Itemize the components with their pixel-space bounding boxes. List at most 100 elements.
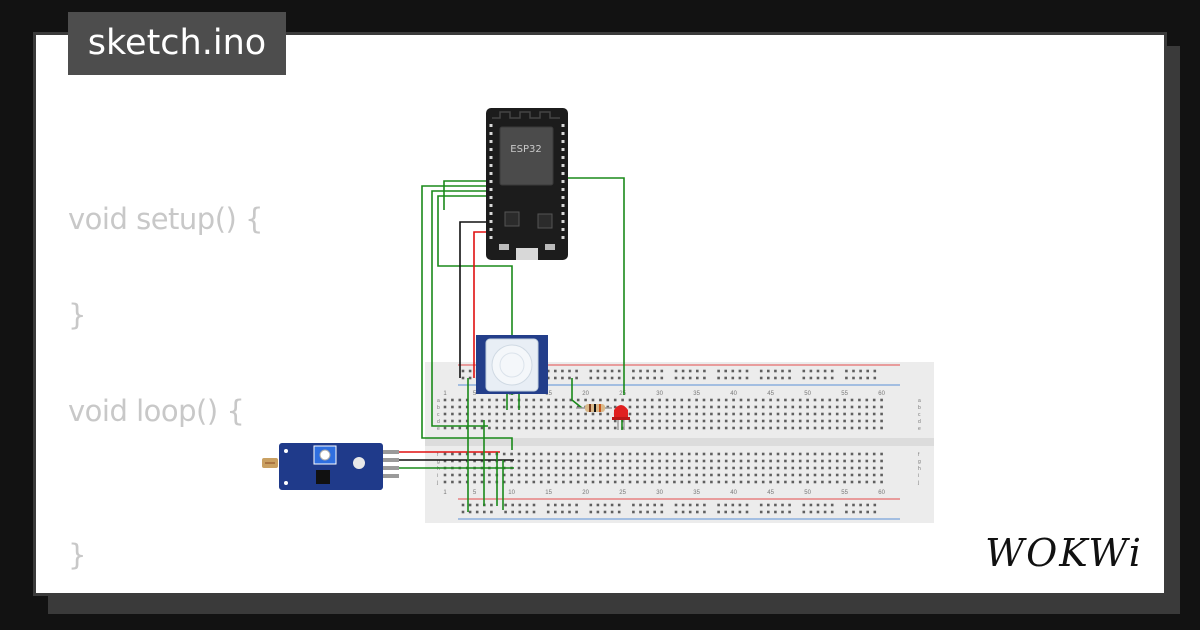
breadboard-hole: [821, 459, 824, 463]
breadboard-hole: [738, 503, 742, 507]
breadboard-hole: [747, 459, 750, 463]
comparator-chip: [316, 470, 330, 484]
esp32-pin: [561, 228, 565, 231]
breadboard-hole: [584, 452, 587, 456]
breadboard-column-number: 25: [619, 490, 626, 496]
breadboard-hole: [843, 452, 846, 456]
breadboard-hole: [873, 376, 877, 380]
breadboard-hole: [532, 405, 536, 409]
breadboard-hole: [850, 426, 854, 430]
breadboard-hole: [610, 503, 614, 507]
pir-motion-sensor[interactable]: [476, 335, 548, 394]
breadboard-hole: [747, 480, 750, 484]
breadboard-hole: [806, 405, 809, 409]
breadboard-hole: [761, 480, 765, 484]
breadboard-hole: [843, 426, 846, 430]
breadboard-row-letter: a: [918, 398, 921, 404]
breadboard-hole: [646, 510, 649, 514]
breadboard-hole: [650, 480, 654, 484]
breadboard-hole: [754, 459, 758, 463]
breadboard-hole: [653, 369, 656, 373]
breadboard-hole: [495, 426, 499, 430]
breadboard-hole: [643, 480, 647, 484]
breadboard-hole: [850, 419, 854, 423]
breadboard-hole: [859, 503, 862, 507]
breadboard-hole: [632, 510, 635, 514]
breadboard-hole: [830, 369, 834, 373]
breadboard-hole: [636, 466, 639, 470]
ldr-sensor-module[interactable]: [262, 443, 399, 490]
breadboard-hole: [591, 466, 595, 470]
breadboard-hole: [532, 398, 536, 402]
breadboard-hole: [835, 466, 839, 470]
breadboard-hole: [703, 369, 706, 373]
breadboard-hole: [724, 376, 727, 380]
breadboard-hole: [547, 452, 550, 456]
breadboard-column-number: 40: [730, 391, 737, 397]
breadboard-hole: [858, 452, 861, 456]
breadboard-hole: [673, 398, 676, 402]
breadboard-hole: [547, 405, 550, 409]
breadboard-hole: [850, 398, 854, 402]
mounting-hole: [353, 457, 365, 469]
breadboard-hole: [747, 419, 750, 423]
breadboard-hole: [688, 503, 692, 507]
breadboard-hole: [673, 473, 676, 477]
breadboard-hole: [747, 452, 750, 456]
breadboard-hole: [717, 510, 720, 514]
breadboard-hole: [732, 419, 735, 423]
breadboard-hole: [828, 473, 832, 477]
breadboard-column-number: 20: [582, 391, 589, 397]
breadboard-hole: [473, 426, 476, 430]
breadboard-hole: [781, 376, 784, 380]
breadboard-hole: [576, 473, 580, 477]
breadboard-hole: [539, 412, 543, 416]
breadboard-hole: [591, 398, 595, 402]
esp32-pin: [561, 196, 565, 199]
breadboard-hole: [562, 426, 565, 430]
breadboard-hole: [673, 426, 676, 430]
breadboard-hole: [643, 473, 647, 477]
breadboard-hole: [525, 426, 528, 430]
breadboard-hole: [695, 473, 698, 477]
breadboard-hole: [628, 405, 632, 409]
breadboard-hole: [859, 369, 862, 373]
breadboard-hole: [576, 480, 580, 484]
esp32-pin: [489, 172, 493, 175]
breadboard-hole: [599, 398, 602, 402]
breadboard-hole: [643, 466, 647, 470]
breadboard-hole: [816, 376, 820, 380]
breadboard-hole: [576, 452, 580, 456]
breadboard-hole: [502, 426, 506, 430]
breadboard-hole: [687, 459, 691, 463]
breadboard-hole: [724, 480, 728, 484]
breadboard-hole: [680, 405, 684, 409]
esp32-board[interactable]: ESP32: [486, 108, 568, 260]
breadboard-hole: [761, 459, 765, 463]
breadboard-hole: [665, 412, 669, 416]
breadboard-hole: [517, 419, 521, 423]
breadboard-column-number: 60: [878, 391, 885, 397]
breadboard-hole: [591, 426, 595, 430]
pir-dome: [491, 344, 533, 386]
esp32-pin: [561, 132, 565, 135]
breadboard-hole: [710, 426, 713, 430]
breadboard-hole: [569, 452, 573, 456]
breadboard-hole: [599, 459, 602, 463]
breadboard-hole: [475, 503, 479, 507]
breadboard-hole: [710, 466, 713, 470]
breadboard-hole: [610, 376, 614, 380]
breadboard-hole: [628, 473, 632, 477]
breadboard-hole: [650, 466, 654, 470]
breadboard-hole: [562, 405, 565, 409]
breadboard-hole: [680, 466, 684, 470]
breadboard-hole: [461, 503, 465, 507]
breadboard-hole: [576, 412, 580, 416]
breadboard-hole: [517, 412, 521, 416]
breadboard-hole: [816, 503, 820, 507]
breadboard-hole: [665, 426, 669, 430]
breadboard-hole: [674, 369, 678, 373]
breadboard-hole: [845, 503, 848, 507]
breadboard-hole: [532, 466, 536, 470]
breadboard-hole: [639, 369, 642, 373]
